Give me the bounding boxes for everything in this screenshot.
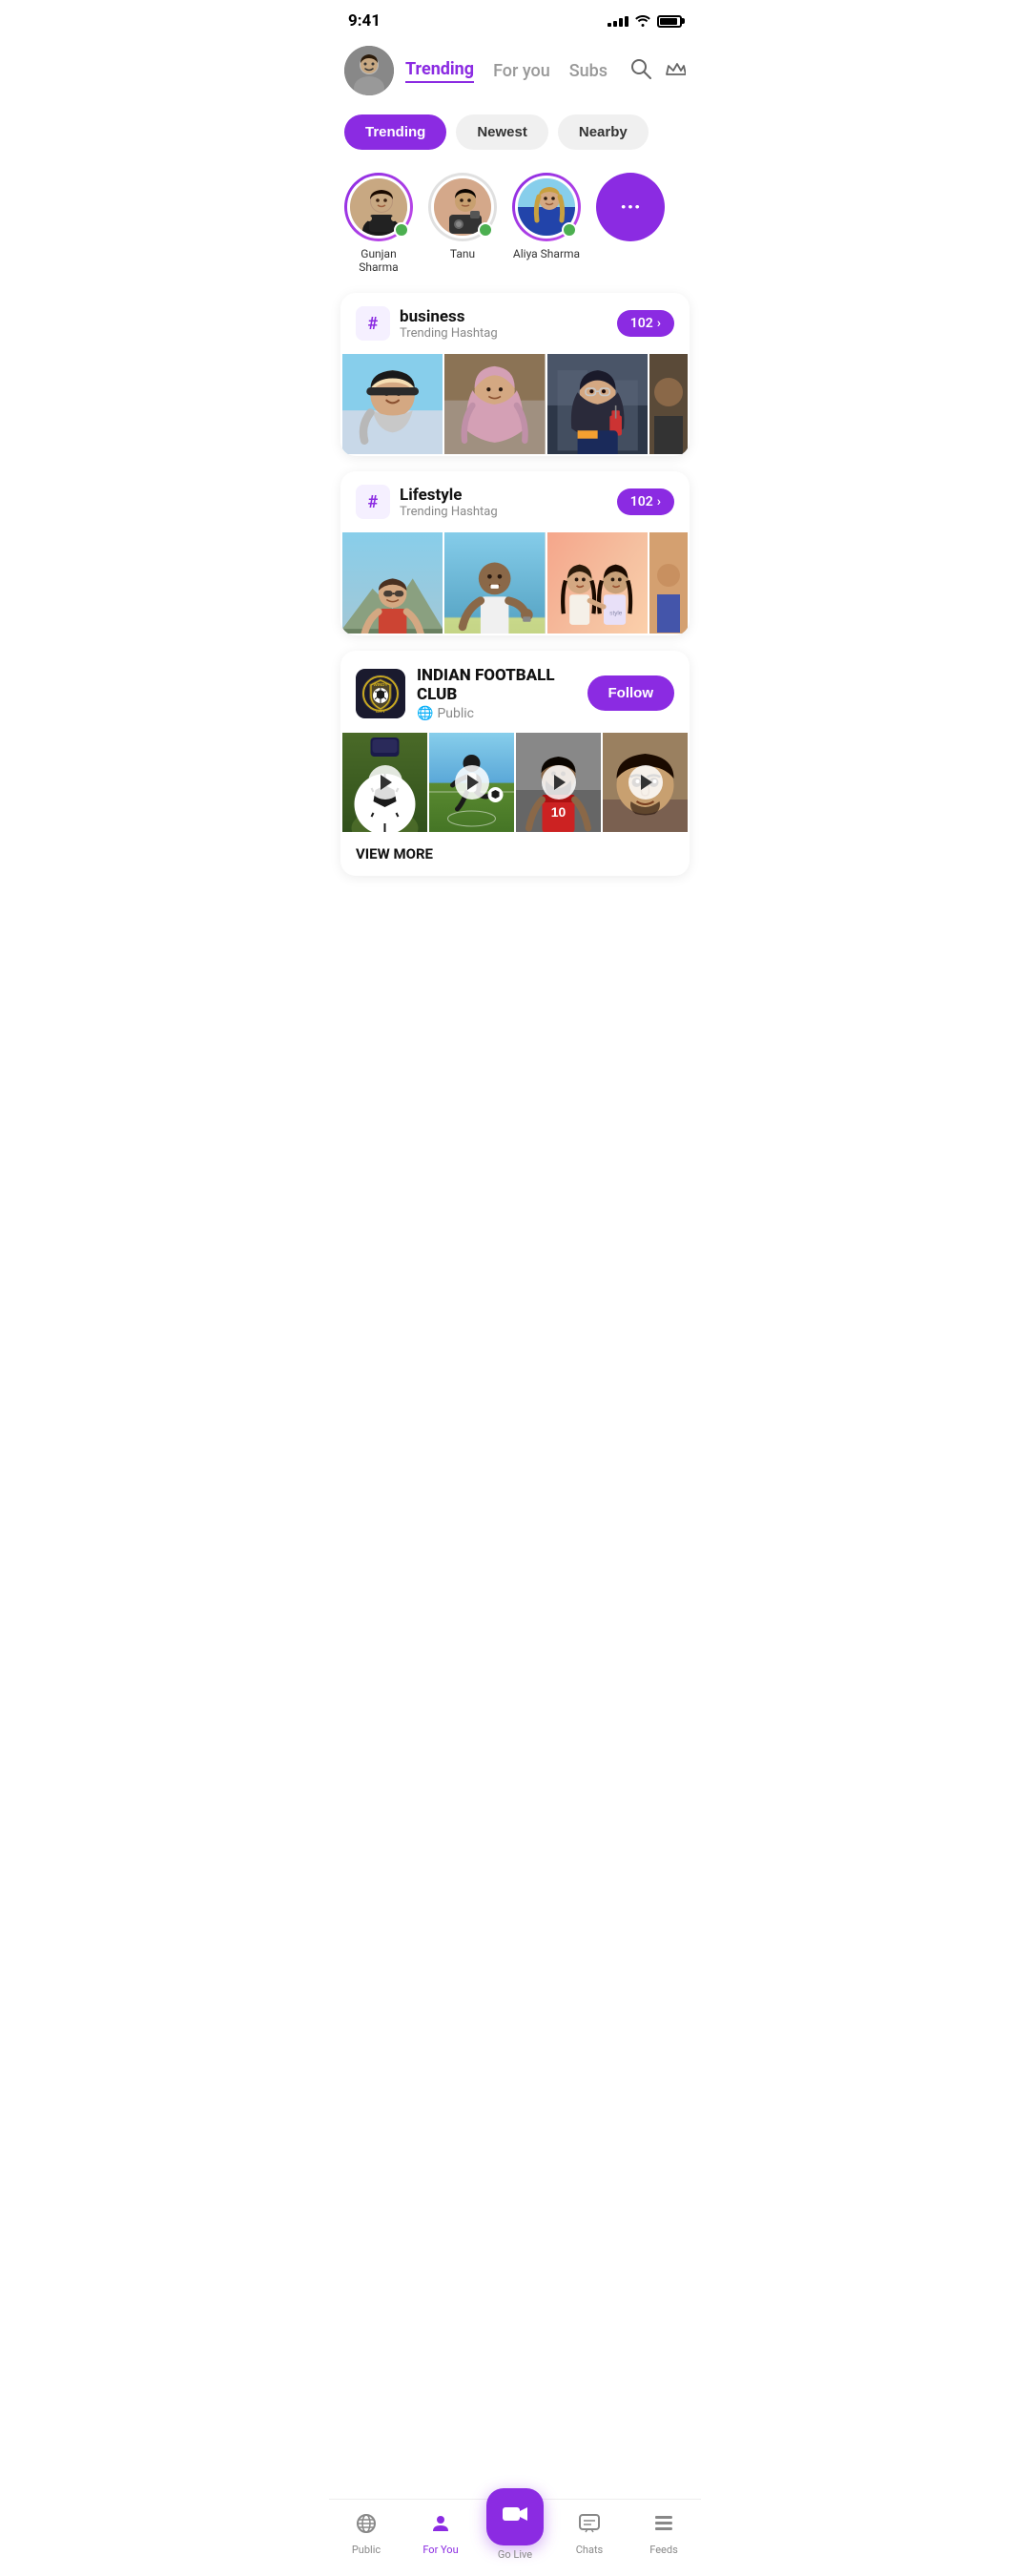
hashtag-count-business[interactable]: 102 › <box>617 310 674 337</box>
filter-pills: Trending Newest Nearby <box>329 107 701 165</box>
video-thumb-1[interactable] <box>342 733 427 833</box>
golive-button[interactable] <box>486 2488 544 2545</box>
follow-button[interactable]: Follow <box>587 675 675 711</box>
public-icon <box>355 2512 378 2541</box>
nav-foryou-label: For You <box>422 2544 458 2556</box>
nav-public[interactable]: Public <box>329 2512 403 2556</box>
hashtag-icon-lifestyle: # <box>356 485 390 519</box>
nav-feeds[interactable]: Feeds <box>627 2512 701 2556</box>
story-gunjan[interactable]: Gunjan Sharma <box>344 173 413 274</box>
nav-feeds-label: Feeds <box>649 2544 678 2556</box>
online-indicator <box>394 222 409 238</box>
play-button-1[interactable] <box>368 765 402 800</box>
hashtag-img-3 <box>547 354 648 454</box>
hashtag-name-lifestyle: Lifestyle <box>400 486 608 505</box>
camera-icon <box>502 2503 528 2530</box>
club-info: INDIAN FOOTBALL CLUB 🌐 Public <box>417 666 576 721</box>
svg-text:CITY: CITY <box>376 709 385 714</box>
hashtag-card-lifestyle: # Lifestyle Trending Hashtag 102 › <box>340 471 690 634</box>
status-time: 9:41 <box>348 11 381 31</box>
globe-icon: 🌐 <box>417 706 433 721</box>
online-indicator-aliya <box>562 222 577 238</box>
view-more-button[interactable]: VIEW MORE <box>340 832 690 876</box>
wifi-icon <box>634 12 651 31</box>
status-icons <box>608 12 682 31</box>
header-icons <box>630 58 686 84</box>
nav-chats-label: Chats <box>576 2544 603 2556</box>
story-ring-aliya <box>512 173 581 241</box>
nav-public-label: Public <box>352 2544 381 2556</box>
signal-icon <box>608 16 628 27</box>
club-type: 🌐 Public <box>417 706 576 721</box>
lifestyle-img-2 <box>444 532 545 633</box>
hashtag-info-lifestyle: Lifestyle Trending Hashtag <box>400 486 608 519</box>
play-button-3[interactable] <box>542 765 576 800</box>
hashtag-header-business: # business Trending Hashtag 102 › <box>340 293 690 354</box>
foryou-icon <box>429 2512 452 2541</box>
play-button-4[interactable] <box>628 765 663 800</box>
video-thumb-3[interactable]: 10 <box>516 733 601 833</box>
header: Trending For you Subs <box>329 38 701 107</box>
feeds-icon <box>652 2512 675 2541</box>
lifestyle-img-4 <box>649 532 688 633</box>
lifestyle-img-3: style <box>547 532 648 633</box>
story-more[interactable]: ··· <box>596 173 665 274</box>
online-indicator-tanu <box>478 222 493 238</box>
story-tanu[interactable]: Tanu <box>428 173 497 274</box>
story-name-tanu: Tanu <box>450 247 475 260</box>
status-bar: 9:41 <box>329 0 701 38</box>
story-name-gunjan: Gunjan Sharma <box>344 247 413 274</box>
nav-golive[interactable]: Go Live <box>478 2507 552 2561</box>
club-name: INDIAN FOOTBALL CLUB <box>417 666 576 704</box>
hashtag-images-lifestyle: style <box>340 532 690 634</box>
battery-icon <box>657 15 682 28</box>
club-header: WINDY CITY INDIAN FOOTBALL CLUB 🌐 Public… <box>340 651 690 733</box>
tab-subs[interactable]: Subs <box>569 61 608 81</box>
club-logo: WINDY CITY <box>356 669 405 718</box>
avatar[interactable] <box>344 46 394 95</box>
hashtag-name-business: business <box>400 307 608 326</box>
filter-nearby[interactable]: Nearby <box>558 114 649 150</box>
play-button-2[interactable] <box>455 765 489 800</box>
club-videos: 10 <box>340 733 690 833</box>
hashtag-images-business <box>340 354 690 456</box>
story-ring-gunjan <box>344 173 413 241</box>
hashtag-header-lifestyle: # Lifestyle Trending Hashtag 102 › <box>340 471 690 532</box>
hashtag-img-2 <box>444 354 545 454</box>
bottom-nav: Public For You Go Live <box>329 2499 701 2576</box>
story-name-aliya: Aliya Sharma <box>513 247 580 260</box>
filter-trending[interactable]: Trending <box>344 114 446 150</box>
nav-chats[interactable]: Chats <box>552 2512 627 2556</box>
svg-text:10: 10 <box>551 804 566 820</box>
video-thumb-4[interactable] <box>603 733 688 833</box>
svg-text:style: style <box>609 611 622 617</box>
search-icon[interactable] <box>630 58 651 84</box>
story-aliya[interactable]: Aliya Sharma <box>512 173 581 274</box>
lifestyle-img-1 <box>342 532 443 633</box>
story-ring-tanu <box>428 173 497 241</box>
video-thumb-2[interactable] <box>429 733 514 833</box>
crown-icon[interactable] <box>665 58 686 84</box>
filter-newest[interactable]: Newest <box>456 114 548 150</box>
stories-row: Gunjan Sharma Ta <box>329 165 701 293</box>
club-card: WINDY CITY INDIAN FOOTBALL CLUB 🌐 Public… <box>340 651 690 877</box>
hashtag-info-business: business Trending Hashtag <box>400 307 608 341</box>
chats-icon <box>578 2512 601 2541</box>
svg-text:WINDY: WINDY <box>374 682 388 687</box>
more-stories-button[interactable]: ··· <box>596 173 665 241</box>
hashtag-count-lifestyle[interactable]: 102 › <box>617 488 674 515</box>
hashtag-sub-business: Trending Hashtag <box>400 326 608 341</box>
hashtag-sub-lifestyle: Trending Hashtag <box>400 505 608 519</box>
hashtag-img-1 <box>342 354 443 454</box>
hashtag-img-4 <box>649 354 688 454</box>
tab-foryou[interactable]: For you <box>493 61 550 81</box>
nav-tabs: Trending For you Subs <box>405 59 619 83</box>
tab-trending[interactable]: Trending <box>405 59 474 83</box>
nav-golive-label: Go Live <box>498 2548 532 2561</box>
nav-foryou[interactable]: For You <box>403 2512 478 2556</box>
hashtag-card-business: # business Trending Hashtag 102 › <box>340 293 690 456</box>
hashtag-icon-business: # <box>356 306 390 341</box>
